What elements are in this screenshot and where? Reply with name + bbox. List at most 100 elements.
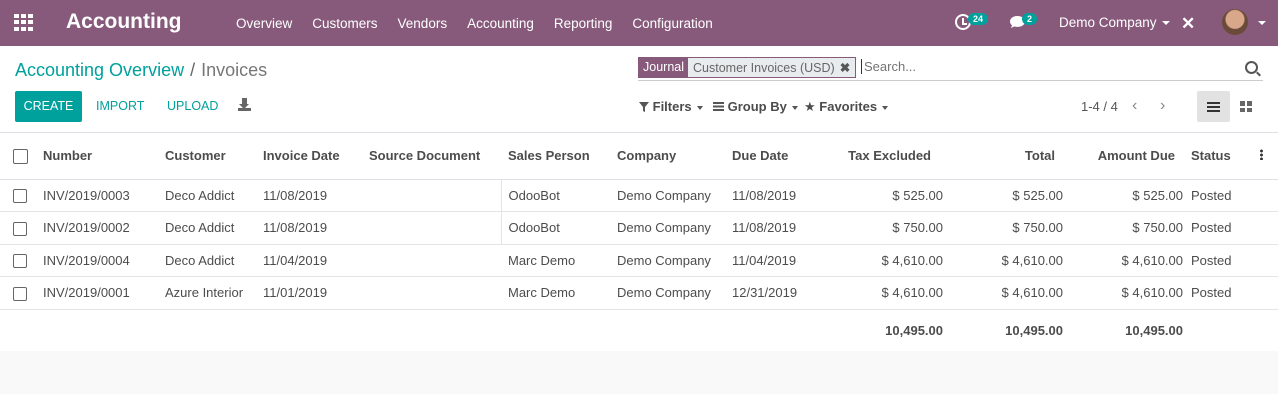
row-checkbox-cell — [0, 179, 35, 212]
col-customer[interactable]: Customer — [157, 133, 256, 180]
cell-due-date: 12/31/2019 — [725, 276, 828, 310]
cell-empty — [1260, 211, 1278, 245]
cell-number: INV/2019/0001 — [35, 276, 157, 310]
filters-dropdown[interactable]: Filters — [639, 99, 703, 114]
col-company[interactable]: Company — [610, 133, 725, 180]
company-name: Demo Company — [1059, 15, 1157, 30]
facet-value: Customer Invoices (USD) ✖ — [688, 58, 856, 77]
chevron-down-icon — [1161, 21, 1170, 26]
cell-number: INV/2019/0004 — [35, 244, 157, 277]
cell-company: Demo Company — [610, 179, 725, 212]
table-row[interactable]: INV/2019/0001 Azure Interior 11/01/2019 … — [0, 276, 1278, 310]
group-by-bars-icon — [713, 102, 724, 111]
table-row[interactable]: INV/2019/0003 Deco Addict 11/08/2019 Odo… — [0, 179, 1278, 212]
cell-status: Posted — [1183, 179, 1260, 212]
cell-customer: Deco Addict — [157, 211, 256, 245]
favorites-label: Favorites — [819, 99, 878, 114]
cell-tax-excluded: $ 750.00 — [828, 211, 943, 245]
col-source-document[interactable]: Source Document — [362, 133, 501, 180]
menu-configuration[interactable]: Configuration — [622, 16, 722, 31]
cell-total: $ 4,610.00 — [943, 244, 1063, 277]
menu-vendors[interactable]: Vendors — [388, 16, 458, 31]
pager-previous-icon[interactable]: ‹ — [1132, 98, 1137, 114]
menu-reporting[interactable]: Reporting — [544, 16, 623, 31]
kanban-view-button[interactable] — [1230, 91, 1263, 122]
cell-total: $ 4,610.00 — [943, 276, 1063, 310]
company-switcher[interactable]: Demo Company — [1059, 15, 1170, 30]
col-total[interactable]: Total — [943, 133, 1063, 180]
table-row[interactable]: INV/2019/0004 Deco Addict 11/04/2019 Mar… — [0, 244, 1278, 277]
col-sales-person[interactable]: Sales Person — [501, 133, 610, 180]
list-view-icon — [1207, 102, 1220, 112]
ellipsis-vertical-icon — [1260, 149, 1263, 161]
cell-empty — [1260, 179, 1278, 212]
breadcrumb-current-invoices: Invoices — [201, 60, 268, 80]
row-checkbox[interactable] — [13, 254, 27, 269]
import-button[interactable]: IMPORT — [96, 99, 144, 113]
app-title[interactable]: Accounting — [66, 10, 182, 34]
top-navbar: Accounting Overview Customers Vendors Ac… — [0, 0, 1278, 46]
group-by-label: Group By — [727, 99, 787, 114]
favorites-dropdown[interactable]: ★ Favorites — [804, 99, 889, 115]
list-view-button[interactable] — [1197, 91, 1230, 122]
cell-sales-person: Marc Demo — [501, 244, 610, 277]
row-checkbox[interactable] — [13, 221, 27, 236]
cell-sales-person: OdooBot — [500, 211, 610, 245]
cell-tax-excluded: $ 4,610.00 — [828, 276, 943, 310]
filters-label: Filters — [652, 99, 692, 114]
cell-due-date: 11/08/2019 — [725, 179, 828, 212]
row-checkbox[interactable] — [13, 189, 27, 204]
apps-menu-icon[interactable] — [14, 14, 33, 31]
cell-due-date: 11/04/2019 — [725, 244, 828, 277]
menu-accounting[interactable]: Accounting — [457, 16, 544, 31]
col-status[interactable]: Status — [1183, 133, 1260, 180]
table-header-row: Number Customer Invoice Date Source Docu… — [0, 133, 1278, 180]
cell-company: Demo Company — [610, 276, 725, 310]
breadcrumb: Accounting Overview / Invoices — [15, 60, 267, 81]
messages-count-badge: 2 — [1022, 13, 1038, 25]
table-row[interactable]: INV/2019/0002 Deco Addict 11/08/2019 Odo… — [0, 211, 1278, 245]
col-invoice-date[interactable]: Invoice Date — [256, 133, 362, 180]
pager-next-icon[interactable]: › — [1160, 98, 1165, 114]
col-number[interactable]: Number — [35, 133, 157, 180]
facet-value-text: Customer Invoices (USD) — [693, 61, 835, 75]
breadcrumb-accounting-overview[interactable]: Accounting Overview — [15, 60, 184, 80]
cell-sales-person: OdooBot — [500, 179, 610, 212]
totals-spacer-end — [1183, 309, 1278, 351]
menu-overview[interactable]: Overview — [226, 16, 302, 31]
row-checkbox-cell — [0, 244, 35, 277]
remove-facet-icon[interactable]: ✖ — [840, 61, 850, 75]
user-avatar[interactable] — [1222, 9, 1248, 35]
search-input[interactable] — [861, 59, 1241, 74]
download-icon[interactable] — [238, 98, 251, 111]
star-icon: ★ — [804, 99, 816, 114]
invoice-table: Number Customer Invoice Date Source Docu… — [0, 133, 1278, 351]
optional-columns-toggle[interactable] — [1260, 133, 1278, 180]
debug-tools-icon[interactable]: ✕ — [1181, 14, 1195, 34]
upload-button[interactable]: UPLOAD — [167, 99, 218, 113]
select-all-checkbox[interactable] — [13, 148, 28, 164]
cell-amount-due: $ 4,610.00 — [1063, 244, 1183, 277]
control-panel: Accounting Overview / Invoices Journal Cus… — [0, 46, 1278, 133]
col-amount-due[interactable]: Amount Due — [1063, 133, 1183, 180]
cell-tax-excluded: $ 525.00 — [828, 179, 943, 212]
cell-customer: Deco Addict — [157, 244, 256, 277]
row-checkbox[interactable] — [13, 286, 27, 301]
cell-source-document — [362, 179, 501, 212]
cell-empty — [1260, 276, 1278, 310]
cell-due-date: 11/08/2019 — [725, 211, 828, 245]
cell-tax-excluded: $ 4,610.00 — [828, 244, 943, 277]
menu-customers[interactable]: Customers — [302, 16, 387, 31]
cell-status: Posted — [1183, 276, 1260, 310]
search-icon[interactable] — [1245, 61, 1258, 74]
col-tax-excluded[interactable]: Tax Excluded — [828, 133, 943, 180]
pager-value[interactable]: 1-4 / 4 — [1081, 99, 1118, 114]
group-by-dropdown[interactable]: Group By — [713, 99, 798, 114]
col-due-date[interactable]: Due Date — [725, 133, 828, 180]
user-menu-chevron-down-icon[interactable] — [1258, 21, 1266, 25]
cell-invoice-date: 11/08/2019 — [256, 211, 362, 245]
create-button[interactable]: CREATE — [15, 91, 82, 122]
cell-total: $ 750.00 — [943, 211, 1063, 245]
cell-number: INV/2019/0002 — [35, 211, 157, 245]
cell-company: Demo Company — [610, 244, 725, 277]
